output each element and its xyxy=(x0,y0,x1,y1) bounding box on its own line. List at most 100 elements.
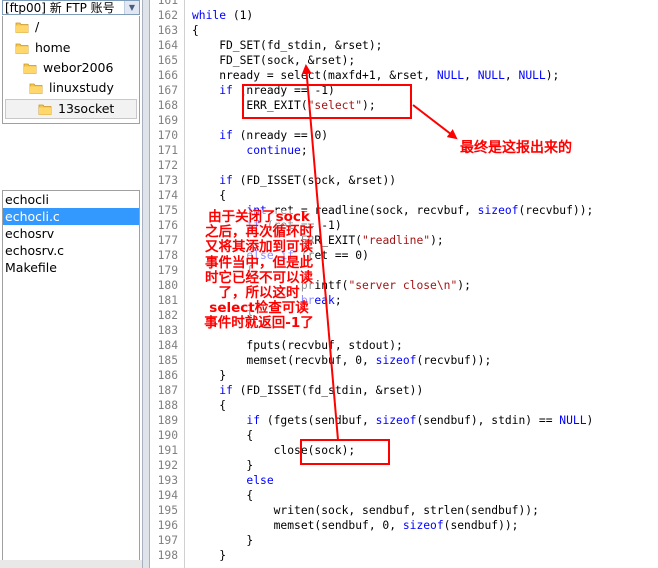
line-code: continue; xyxy=(246,144,308,157)
line-number: 194 xyxy=(157,489,178,502)
line-number: 188 xyxy=(157,399,178,412)
line-number: 172 xyxy=(157,159,178,172)
line-code: } xyxy=(192,369,227,382)
annotation-result-note: 最终是这报出来的 xyxy=(460,140,572,156)
code-line: 174 { xyxy=(150,188,658,203)
chevron-down-icon[interactable]: ▼ xyxy=(124,1,139,14)
line-code: if (fgets(sendbuf, sizeof(sendbuf), stdi… xyxy=(246,414,594,427)
code-line: 164 FD_SET(fd_stdin, &rset); xyxy=(150,38,658,53)
folder-icon xyxy=(23,61,37,75)
folder-icon xyxy=(15,41,29,55)
line-code: { xyxy=(192,429,254,442)
line-code: else xyxy=(246,474,274,487)
line-number: 169 xyxy=(157,114,178,127)
line-number: 183 xyxy=(157,324,178,337)
code-line: 197 } xyxy=(150,533,658,548)
line-number: 193 xyxy=(157,474,178,487)
code-line: 188 { xyxy=(150,398,658,413)
code-line: 191 close(sock); xyxy=(150,443,658,458)
line-number: 197 xyxy=(157,534,178,547)
tree-node-label: linuxstudy xyxy=(49,80,114,95)
line-number: 162 xyxy=(157,9,178,22)
code-line: 171 continue; xyxy=(150,143,658,158)
tree-node-[interactable]: / xyxy=(15,18,39,36)
line-number: 189 xyxy=(157,414,178,427)
code-line: 187 if (FD_ISSET(fd_stdin, &rset)) xyxy=(150,383,658,398)
line-number: 192 xyxy=(157,459,178,472)
file-item[interactable]: echocli.c xyxy=(3,208,139,225)
tree-node-13socket[interactable]: 13socket xyxy=(5,99,137,119)
line-code: memset(sendbuf, 0, sizeof(sendbuf)); xyxy=(192,519,519,532)
code-line: 186 } xyxy=(150,368,658,383)
folder-icon xyxy=(38,102,52,116)
code-line: 192 } xyxy=(150,458,658,473)
file-item[interactable]: echocli xyxy=(3,191,139,208)
line-number: 187 xyxy=(157,384,178,397)
file-item[interactable]: echosrv xyxy=(3,225,139,242)
line-number: 175 xyxy=(157,204,178,217)
status-strip xyxy=(0,560,146,568)
line-number: 181 xyxy=(157,294,178,307)
line-code: { xyxy=(192,399,227,412)
line-number: 171 xyxy=(157,144,178,157)
code-line: 162 while (1) xyxy=(150,8,658,23)
line-number: 168 xyxy=(157,99,178,112)
line-number: 167 xyxy=(157,84,178,97)
line-number: 173 xyxy=(157,174,178,187)
account-combo[interactable]: [ftp00] 新 FTP 账号 ▼ xyxy=(2,0,140,15)
line-code: { xyxy=(192,189,227,202)
annotation-box-close-sock xyxy=(300,439,390,465)
tree-node-webor2006[interactable]: webor2006 xyxy=(23,59,113,77)
line-number: 170 xyxy=(157,129,178,142)
line-number: 198 xyxy=(157,549,178,562)
code-line: 194 { xyxy=(150,488,658,503)
code-line: 184 fputs(recvbuf, stdout); xyxy=(150,338,658,353)
line-code: { xyxy=(192,489,254,502)
line-code: writen(sock, sendbuf, strlen(sendbuf)); xyxy=(192,504,539,517)
file-list: echocli echocli.c echosrv echosrv.c Makefile xyxy=(2,190,140,568)
tree-node-label: home xyxy=(35,40,71,55)
line-code: FD_SET(fd_stdin, &rset); xyxy=(192,39,383,52)
line-number: 163 xyxy=(157,24,178,37)
line-number: 196 xyxy=(157,519,178,532)
line-number: 174 xyxy=(157,189,178,202)
line-number: 182 xyxy=(157,309,178,322)
tree-node-linuxstudy[interactable]: linuxstudy xyxy=(29,79,114,97)
line-code: if (FD_ISSET(sock, &rset)) xyxy=(219,174,397,187)
directory-tree: / home webor2006 linuxstudy 13socket xyxy=(2,16,140,124)
left-panel: [ftp00] 新 FTP 账号 ▼ / home webor2006 linuxst… xyxy=(0,0,146,568)
code-line: 195 writen(sock, sendbuf, strlen(sendbuf… xyxy=(150,503,658,518)
file-item[interactable]: Makefile xyxy=(3,259,139,276)
code-line: 190 { xyxy=(150,428,658,443)
line-number: 185 xyxy=(157,354,178,367)
line-code: if (FD_ISSET(fd_stdin, &rset)) xyxy=(219,384,424,397)
code-line: 196 memset(sendbuf, 0, sizeof(sendbuf)); xyxy=(150,518,658,533)
code-line: 166 nready = select(maxfd+1, &rset, NULL… xyxy=(150,68,658,83)
line-number: 164 xyxy=(157,39,178,52)
tree-node-label: webor2006 xyxy=(43,60,114,75)
code-line: 185 memset(recvbuf, 0, sizeof(recvbuf)); xyxy=(150,353,658,368)
account-combo-value: [ftp00] 新 FTP 账号 xyxy=(5,1,115,15)
line-number: 191 xyxy=(157,444,178,457)
line-number: 184 xyxy=(157,339,178,352)
code-line: 173 if (FD_ISSET(sock, &rset)) xyxy=(150,173,658,188)
line-number: 166 xyxy=(157,69,178,82)
line-number: 177 xyxy=(157,234,178,247)
tree-node-label: / xyxy=(35,19,40,34)
code-line: 165 FD_SET(sock, &rset); xyxy=(150,53,658,68)
line-number: 190 xyxy=(157,429,178,442)
line-number: 161 xyxy=(157,0,178,7)
annotation-explain-note: 由于关闭了sock之后，再次循环时又将其添加到可读事件当中，但是此时它已经不可以… xyxy=(203,209,315,332)
tree-node-home[interactable]: home xyxy=(15,39,70,57)
line-code: memset(recvbuf, 0, sizeof(recvbuf)); xyxy=(192,354,492,367)
file-item[interactable]: echosrv.c xyxy=(3,242,139,259)
line-code: { xyxy=(192,24,199,37)
code-line: 198 } xyxy=(150,548,658,563)
code-line: 189 if (fgets(sendbuf, sizeof(sendbuf), … xyxy=(150,413,658,428)
line-code: nready = select(maxfd+1, &rset, NULL, NU… xyxy=(192,69,560,82)
code-line: 170 if (nready == 0) xyxy=(150,128,658,143)
line-code: while (1) xyxy=(192,9,254,22)
code-line: 172 xyxy=(150,158,658,173)
panel-splitter[interactable] xyxy=(142,0,150,568)
folder-icon xyxy=(29,81,43,95)
